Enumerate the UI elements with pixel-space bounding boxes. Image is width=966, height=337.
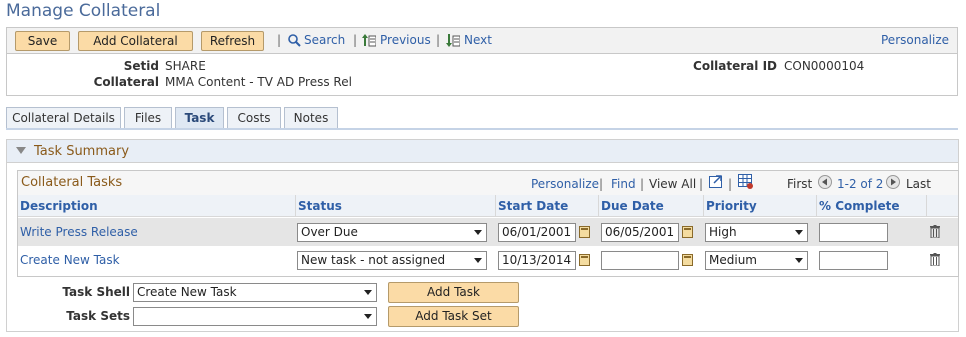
- priority-select[interactable]: High: [705, 223, 808, 242]
- toolbar-separator: |: [436, 33, 441, 47]
- delete-row-icon[interactable]: [930, 253, 940, 266]
- calendar-icon[interactable]: [579, 254, 590, 266]
- start-date-input[interactable]: 10/13/2014: [498, 251, 576, 270]
- collateral-id-value: CON0000104: [784, 59, 865, 73]
- calendar-icon[interactable]: [579, 226, 590, 238]
- tab-divider: [6, 128, 958, 130]
- grid-personalize-link[interactable]: Personalize: [531, 177, 599, 191]
- refresh-button[interactable]: Refresh: [201, 31, 264, 51]
- chevron-down-icon: [795, 230, 803, 235]
- previous-link[interactable]: Previous: [380, 33, 431, 47]
- delete-row-icon[interactable]: [930, 225, 940, 238]
- col-description[interactable]: Description: [18, 195, 295, 217]
- collateral-id-label: Collateral ID: [693, 59, 777, 73]
- tab-task[interactable]: Task: [175, 107, 224, 130]
- search-link[interactable]: Search: [304, 33, 345, 47]
- task-sets-label: Task Sets: [66, 309, 130, 323]
- add-collateral-button[interactable]: Add Collateral: [78, 31, 193, 51]
- collateral-label: Collateral: [93, 75, 159, 89]
- zoom-grid-icon[interactable]: [709, 174, 724, 188]
- percent-complete-input[interactable]: [819, 251, 888, 270]
- col-percent-complete[interactable]: % Complete: [816, 195, 926, 217]
- chevron-down-icon: [795, 258, 803, 263]
- search-icon[interactable]: [288, 34, 301, 47]
- task-description-link[interactable]: Create New Task: [20, 253, 120, 267]
- chevron-down-icon: [364, 314, 372, 319]
- download-spreadsheet-icon[interactable]: [738, 174, 754, 189]
- priority-select-value: High: [709, 225, 737, 239]
- status-select-value: New task - not assigned: [301, 253, 446, 267]
- next-row-icon[interactable]: [886, 175, 900, 189]
- priority-select[interactable]: Medium: [705, 251, 808, 270]
- chevron-down-icon: [364, 290, 372, 295]
- grid-view-all-link[interactable]: View All: [649, 177, 696, 191]
- grid-separator: |: [640, 177, 645, 191]
- collapse-triangle-icon[interactable]: [16, 147, 26, 155]
- toolbar-separator: |: [277, 33, 282, 47]
- grid-separator: |: [599, 177, 604, 191]
- add-task-button[interactable]: Add Task: [388, 282, 519, 303]
- collateral-tasks-grid: Collateral Tasks Personalize | Find | Vi…: [17, 170, 959, 277]
- col-due-date[interactable]: Due Date: [598, 195, 703, 217]
- chevron-down-icon: [474, 230, 482, 235]
- task-summary-title: Task Summary: [34, 144, 130, 159]
- page-title: Manage Collateral: [6, 1, 161, 21]
- collateral-value: MMA Content - TV AD Press Rel: [165, 75, 352, 89]
- grid-first-label[interactable]: First: [787, 177, 812, 191]
- grid-title: Collateral Tasks: [21, 175, 123, 190]
- task-shell-select[interactable]: Create New Task: [133, 283, 377, 302]
- tab-notes[interactable]: Notes: [284, 107, 338, 129]
- next-link[interactable]: Next: [464, 33, 492, 47]
- col-actions: [926, 195, 958, 217]
- tab-costs[interactable]: Costs: [227, 107, 281, 129]
- next-icon[interactable]: [446, 34, 460, 47]
- status-select[interactable]: New task - not assigned: [297, 251, 487, 270]
- task-summary-header[interactable]: Task Summary: [7, 140, 958, 163]
- task-shell-select-value: Create New Task: [137, 285, 237, 299]
- setid-value: SHARE: [165, 59, 206, 73]
- grid-separator: |: [699, 177, 704, 191]
- tab-files[interactable]: Files: [124, 107, 172, 129]
- setid-label: Setid: [123, 59, 159, 73]
- table-row: Create New Task New task - not assigned …: [18, 246, 958, 274]
- tab-collateral-details[interactable]: Collateral Details: [6, 107, 121, 129]
- grid-separator: |: [728, 177, 733, 191]
- add-task-set-button[interactable]: Add Task Set: [388, 306, 519, 327]
- task-description-link[interactable]: Write Press Release: [20, 225, 138, 239]
- percent-complete-input[interactable]: [819, 223, 888, 242]
- col-start-date[interactable]: Start Date: [495, 195, 598, 217]
- due-date-input[interactable]: 06/05/2001: [601, 223, 679, 242]
- task-shell-label: Task Shell: [62, 285, 130, 299]
- calendar-icon[interactable]: [682, 254, 693, 266]
- task-sets-select[interactable]: [133, 307, 377, 326]
- toolbar-separator: |: [353, 33, 358, 47]
- grid-last-label[interactable]: Last: [906, 177, 931, 191]
- status-select[interactable]: Over Due: [297, 223, 487, 242]
- calendar-icon[interactable]: [682, 226, 693, 238]
- due-date-input[interactable]: [601, 251, 679, 270]
- col-status[interactable]: Status: [295, 195, 495, 217]
- grid-find-link[interactable]: Find: [611, 177, 636, 191]
- previous-icon[interactable]: [362, 34, 376, 47]
- grid-row-range: 1-2 of 2: [837, 177, 884, 191]
- grid-header-bar: Collateral Tasks Personalize | Find | Vi…: [18, 171, 958, 195]
- previous-row-icon[interactable]: [818, 175, 832, 189]
- col-priority[interactable]: Priority: [703, 195, 816, 217]
- start-date-input[interactable]: 06/01/2001: [498, 223, 576, 242]
- toolbar: Save Add Collateral Refresh | Search | P…: [6, 27, 958, 54]
- table-row: Write Press Release Over Due 06/01/2001 …: [18, 218, 958, 246]
- save-button[interactable]: Save: [15, 31, 70, 51]
- chevron-down-icon: [474, 258, 482, 263]
- collateral-header: Setid SHARE Collateral MMA Content - TV …: [6, 54, 958, 96]
- status-select-value: Over Due: [301, 225, 358, 239]
- personalize-link[interactable]: Personalize: [881, 33, 949, 47]
- priority-select-value: Medium: [709, 253, 757, 267]
